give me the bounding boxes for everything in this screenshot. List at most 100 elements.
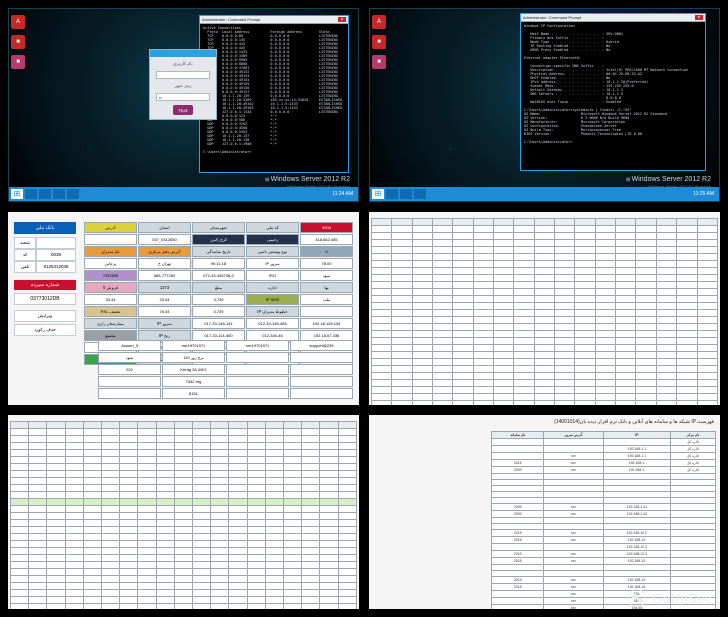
password-input[interactable]: [156, 93, 210, 101]
table-cell: [656, 246, 676, 253]
table-cell: [494, 253, 514, 260]
table-cell: [174, 422, 192, 429]
table-cell: [494, 267, 514, 274]
taskbar[interactable]: ⊞ 11:25 AM: [370, 187, 719, 201]
table-cell: [656, 232, 676, 239]
table-cell: [392, 295, 412, 302]
table-cell: [338, 597, 356, 604]
login-dialog[interactable]: نام کاربری رمز عبور ورود: [149, 49, 217, 120]
taskbar-item[interactable]: [67, 189, 79, 199]
start-button[interactable]: ⊞: [11, 189, 23, 199]
table-cell: [247, 562, 265, 569]
username-input[interactable]: [156, 71, 210, 79]
table-cell: 192.168.1.: [603, 460, 670, 467]
app-icon[interactable]: ■: [372, 35, 386, 49]
table-cell: [575, 351, 595, 358]
table-cell: [473, 253, 493, 260]
table-cell: [29, 429, 47, 436]
table-cell: [102, 485, 120, 492]
table-cell: [120, 513, 138, 520]
table-cell: [102, 590, 120, 597]
table-cell: [174, 576, 192, 583]
table-cell: [265, 576, 283, 583]
table-cell: [575, 372, 595, 379]
table-cell: [47, 506, 65, 513]
table-cell: [83, 422, 101, 429]
table-cell: [595, 253, 615, 260]
table-cell: [575, 316, 595, 323]
taskbar[interactable]: ⊞ 11:24 AM: [9, 187, 358, 201]
table-cell: [555, 344, 575, 351]
table-cell: [534, 372, 554, 379]
table-cell: [120, 555, 138, 562]
table-cell: 192.168.1.1: [603, 446, 670, 453]
close-icon[interactable]: ×: [695, 15, 703, 20]
taskbar-item[interactable]: [53, 189, 65, 199]
table-cell: [11, 597, 29, 604]
table-cell: [11, 604, 29, 609]
app-icon-2[interactable]: ■: [372, 55, 386, 69]
table-cell: srv: [544, 591, 604, 598]
table-cell: [494, 232, 514, 239]
table-cell: [11, 464, 29, 471]
form-cell: Kerdg 28 4/0/2: [162, 364, 225, 375]
table-cell: اداره کل: [671, 439, 716, 446]
table-cell: [494, 225, 514, 232]
table-cell: [392, 330, 412, 337]
table-cell: [555, 232, 575, 239]
table-cell: [555, 386, 575, 393]
system-tray[interactable]: 11:25 AM: [693, 191, 717, 197]
taskbar-item[interactable]: [400, 189, 412, 199]
table-cell: [412, 337, 432, 344]
table-cell: [65, 436, 83, 443]
table-cell: [120, 569, 138, 576]
adobe-reader-icon[interactable]: A: [372, 15, 386, 29]
table-cell: [534, 358, 554, 365]
table-cell: [247, 541, 265, 548]
start-button[interactable]: ⊞: [372, 189, 384, 199]
command-prompt-window[interactable]: Administrator: Command Prompt × Active C…: [199, 15, 349, 173]
table-cell: [636, 386, 656, 393]
table-cell: [338, 513, 356, 520]
taskbar-item[interactable]: [39, 189, 51, 199]
taskbar-item[interactable]: [386, 189, 398, 199]
table-cell: [138, 548, 156, 555]
table-cell: [372, 379, 392, 386]
table-cell: [120, 464, 138, 471]
taskbar-item[interactable]: [414, 189, 426, 199]
side-button[interactable]: حذف رکورد: [14, 324, 76, 336]
table-cell: [671, 511, 716, 518]
form-cell: 7332500: [84, 270, 137, 281]
table-cell: [671, 537, 716, 544]
table-cell: [265, 562, 283, 569]
table-cell: [338, 492, 356, 499]
table-cell: [65, 429, 83, 436]
table-cell: [616, 351, 636, 358]
table-cell: [412, 379, 432, 386]
table-cell: [174, 471, 192, 478]
app-icon[interactable]: ■: [11, 35, 25, 49]
side-button[interactable]: ویرایش: [14, 310, 76, 322]
app-icon-2[interactable]: ■: [11, 55, 25, 69]
table-cell: [156, 485, 174, 492]
table-cell: [372, 330, 392, 337]
table-cell: [636, 393, 656, 400]
adobe-reader-icon[interactable]: A: [11, 15, 25, 29]
table-cell: [265, 478, 283, 485]
table-cell: [156, 590, 174, 597]
login-button[interactable]: ورود: [173, 105, 193, 115]
close-icon[interactable]: ×: [338, 17, 346, 22]
table-cell: [494, 239, 514, 246]
table-cell: [338, 548, 356, 555]
table-cell: [320, 604, 338, 609]
command-prompt-window[interactable]: Administrator: Command Prompt × Windows …: [520, 13, 706, 171]
table-cell: [174, 499, 192, 506]
form-cell: 1373: [138, 282, 191, 293]
table-cell: [338, 576, 356, 583]
table-cell: [83, 485, 101, 492]
taskbar-item[interactable]: [25, 189, 37, 199]
system-tray[interactable]: 11:24 AM: [332, 191, 356, 197]
table-cell: [494, 386, 514, 393]
table-cell: [412, 309, 432, 316]
table-cell: [697, 309, 718, 316]
